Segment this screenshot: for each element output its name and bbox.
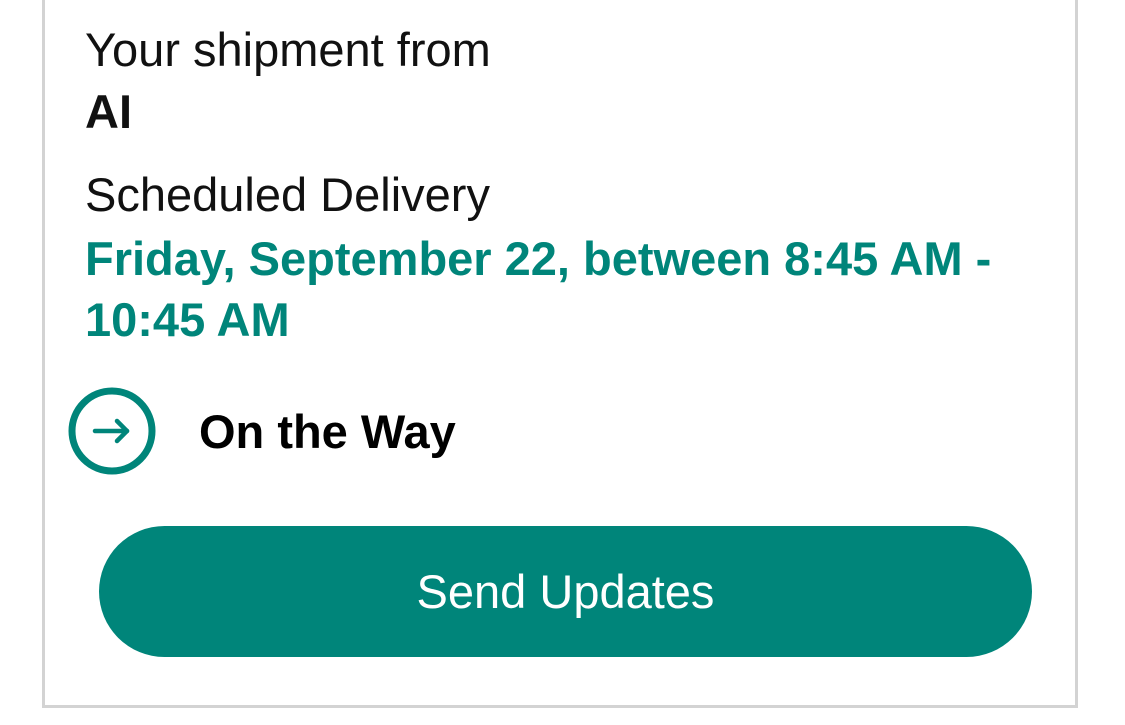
shipment-card: Your shipment from AI Scheduled Delivery… xyxy=(42,0,1078,708)
scheduled-delivery-label: Scheduled Delivery xyxy=(85,168,490,221)
status-row: On the Way xyxy=(67,386,456,476)
shipment-from-label: Your shipment from xyxy=(85,23,491,76)
send-updates-label: Send Updates xyxy=(416,565,715,618)
arrow-right-circle-icon xyxy=(68,387,156,475)
status-label: On the Way xyxy=(199,404,456,458)
shipper-name: AI xyxy=(85,85,132,138)
send-updates-button[interactable]: Send Updates xyxy=(99,526,1032,657)
delivery-window: Friday, September 22, between 8:45 AM - … xyxy=(85,232,992,346)
